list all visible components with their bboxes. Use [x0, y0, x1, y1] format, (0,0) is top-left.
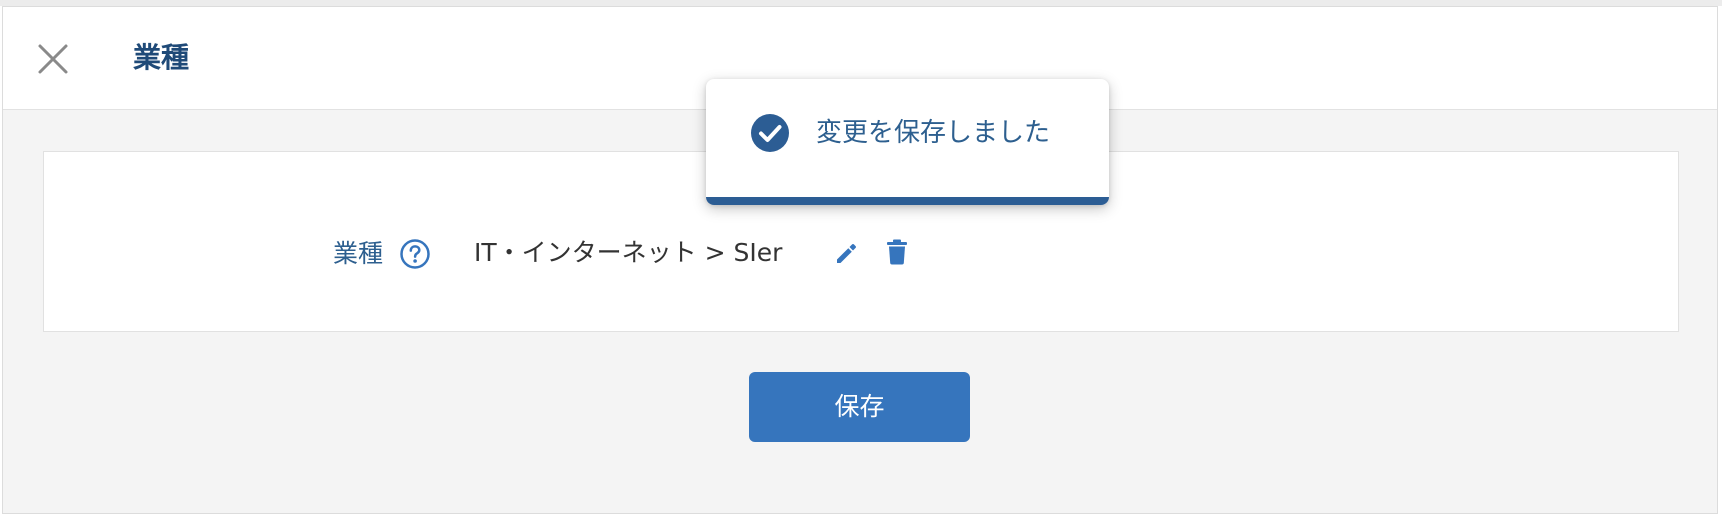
close-button[interactable] [35, 41, 71, 77]
page-title: 業種 [133, 41, 190, 74]
field-value: IT・インターネット > SIer [474, 238, 783, 267]
close-icon[interactable] [35, 41, 71, 77]
toast-notification: 変更を保存しました [706, 79, 1109, 205]
trash-icon[interactable] [884, 238, 910, 266]
toast-progress-bar [706, 197, 1109, 205]
app-window: 業種 業種 IT・インターネット > SIer 保存 変更を保存しました [0, 0, 1722, 518]
toast-message: 変更を保存しました [816, 118, 1051, 148]
save-button[interactable]: 保存 [749, 372, 970, 442]
field-label: 業種 [333, 239, 384, 268]
check-circle-icon [750, 113, 790, 153]
question-circle-icon[interactable] [399, 238, 431, 270]
pencil-icon[interactable] [834, 240, 860, 266]
